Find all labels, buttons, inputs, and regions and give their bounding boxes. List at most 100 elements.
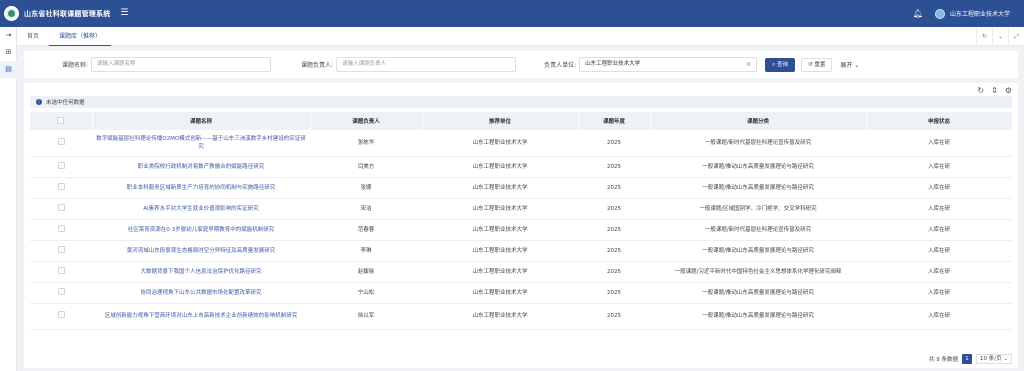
row-checkbox[interactable] (57, 245, 65, 253)
tab-home[interactable]: 首页 (17, 27, 49, 46)
project-name[interactable]: 职业本科服务区域新质生产力培育的协同机制与实施路径研究 (92, 177, 310, 199)
project-category: 一般课题/推动山东高质量发展理论与路径研究 (650, 282, 866, 304)
query-button[interactable]: ⌕ 查询 (765, 57, 795, 72)
page-size-select[interactable]: 10 条/页 ⌄ (976, 354, 1012, 364)
app-title: 山东省社科联课题管理系统 (24, 9, 111, 18)
name-label: 课题名称: (62, 62, 89, 69)
document-icon[interactable]: ▤ (0, 61, 17, 78)
home-icon[interactable]: ⇥ (0, 27, 17, 44)
table-row[interactable]: 区域创新能力视角下营商环境对山东上市高新技术企业创新绩效的影响机制研究 徐以军 … (30, 303, 1012, 330)
project-unit: 山东工程职业技术大学 (422, 240, 578, 262)
project-year: 2025 (578, 130, 650, 157)
row-checkbox[interactable] (57, 161, 65, 169)
name-input[interactable]: 请输入课题名称 (91, 57, 272, 72)
project-category: 一般课题/推动山东高质量发展理论与路径研究 (650, 240, 866, 262)
bell-icon[interactable]: 🔔︎ (913, 9, 923, 18)
row-checkbox[interactable] (57, 137, 65, 145)
settings-icon[interactable]: ⚙ (1005, 86, 1012, 95)
row-checkbox[interactable] (57, 287, 65, 295)
project-name[interactable]: 协同治理视角下山东公共数据市场化配置改革研究 (92, 282, 310, 304)
project-name[interactable]: 社区菜育资源在0-3岁婴幼儿家庭早期教育中的赋能机制研究 (92, 219, 310, 241)
user-name[interactable]: 山东工程职业技术大学 (950, 9, 1010, 18)
project-category: 一般课题/推动山东高质量发展理论与路径研究 (650, 177, 866, 199)
pagination: 共 9 条数据 1 10 条/页 ⌄ (929, 354, 1012, 364)
app-logo (4, 6, 19, 21)
row-checkbox[interactable] (57, 224, 65, 232)
project-leader: 李琳 (310, 240, 422, 262)
total-count: 共 9 条数据 (929, 357, 959, 363)
table-row[interactable]: 社区菜育资源在0-3岁婴幼儿家庭早期教育中的赋能机制研究 范春蓉 山东工程职业技… (30, 219, 1012, 241)
project-year: 2025 (578, 282, 650, 304)
table-row[interactable]: 大数据背景下我国个人信息法治保护优化路径研究 赵馥晓 山东工程职业技术大学 20… (30, 261, 1012, 283)
project-unit: 山东工程职业技术大学 (422, 177, 578, 199)
select-all-checkbox[interactable] (57, 116, 65, 124)
project-name[interactable]: AI素养水平对大学生就业价值观影响的实证研究 (92, 198, 310, 220)
project-status: 入库在研 (866, 130, 1012, 157)
project-year: 2025 (578, 240, 650, 262)
table-row[interactable]: 职业本科服务区域新质生产力培育的协同机制与实施路径研究 张娜 山东工程职业技术大… (30, 177, 1012, 199)
unit-value: 山东工程职业技术大学 (585, 61, 641, 67)
tab-project-library[interactable]: 课题库（推荐） (49, 27, 112, 46)
row-checkbox[interactable] (57, 182, 65, 190)
project-name[interactable]: 职业类院校行政机制对易数产教融合的赋能路径研究 (92, 156, 310, 178)
expand-toggle[interactable]: 展开 ⌄ (840, 60, 859, 69)
fullscreen-icon[interactable]: ⤢ (1008, 26, 1024, 46)
project-leader: 赵馥晓 (310, 261, 422, 283)
select-all-cell[interactable] (30, 112, 93, 130)
top-bar: 山东省社科联课题管理系统 ☰ 🔔︎ 山东工程职业技术大学 (0, 0, 1024, 27)
project-name[interactable]: 区域创新能力视角下营商环境对山东上市高新技术企业创新绩效的影响机制研究 (92, 303, 310, 330)
project-leader: 张栋华 (310, 130, 422, 157)
project-category: 一般课题/推动山东高质量发展理论与路径研究 (650, 156, 866, 178)
project-unit: 山东工程职业技术大学 (422, 282, 578, 304)
table-row[interactable]: AI素养水平对大学生就业价值观影响的实证研究 宋洁 山东工程职业技术大学 202… (30, 198, 1012, 220)
query-button-label: 查询 (776, 61, 788, 68)
project-leader: 范春蓉 (310, 219, 422, 241)
project-leader: 宋洁 (310, 198, 422, 220)
project-year: 2025 (578, 156, 650, 178)
refresh-icon[interactable]: ↻ (976, 26, 992, 46)
table-toolbar: ↻ ⇕ ⚙ (977, 86, 1012, 95)
table-panel: ↻ ⇕ ⚙ i 未选中任何数据 课题名称 课题负责人 推荐单位 课题年度 课题分… (24, 83, 1018, 368)
header-status: 申报状态 (866, 112, 1013, 130)
unit-select[interactable]: 山东工程职业技术大学 ⊗ (579, 57, 758, 72)
project-unit: 山东工程职业技术大学 (422, 261, 578, 283)
project-year: 2025 (578, 261, 650, 283)
project-leader: 张娜 (310, 177, 422, 199)
unit-label: 负责人单位: (544, 62, 577, 69)
row-checkbox[interactable] (57, 266, 65, 274)
info-icon: i (36, 99, 42, 105)
menu-toggle-icon[interactable]: ☰ (120, 9, 128, 18)
table-row[interactable]: 数字赋能基层社科理论传播O2MO模式创新——基于山东三洲溪数字乡村建设的实证研究… (30, 130, 1012, 157)
project-status: 入库在研 (866, 177, 1012, 199)
reset-button[interactable]: ↺ 重置 (800, 57, 833, 72)
project-status: 入库在研 (866, 261, 1012, 283)
tab-bar: 首页 课题库（推荐） ↻ ⌄ ⤢ (17, 26, 1024, 46)
table-row[interactable]: 职业类院校行政机制对易数产教融合的赋能路径研究 闫美方 山东工程职业技术大学 2… (30, 156, 1012, 178)
expand-label: 展开 (840, 62, 853, 69)
header-name: 课题名称 (92, 112, 311, 130)
grid-icon[interactable]: ⊞ (0, 44, 17, 61)
alert-text: 未选中任何数据 (46, 100, 85, 106)
column-height-icon[interactable]: ⇕ (991, 86, 998, 95)
clear-icon[interactable]: ⊗ (746, 58, 751, 71)
project-leader: 闫美方 (310, 156, 422, 178)
project-unit: 山东工程职业技术大学 (422, 219, 578, 241)
project-status: 入库在研 (866, 303, 1012, 330)
row-checkbox[interactable] (57, 203, 65, 211)
project-name[interactable]: 黄河流域山东段景观生态格局时空分异特征及高质量发展研究 (92, 240, 310, 262)
project-category: 一般课题/推动山东高质量发展理论与路径研究 (650, 303, 866, 330)
chevron-down-icon[interactable]: ⌄ (992, 26, 1008, 46)
table-header-row: 课题名称 课题负责人 推荐单位 课题年度 课题分类 申报状态 (30, 112, 1013, 130)
leader-input[interactable]: 请输入课题负责人 (336, 57, 517, 72)
avatar[interactable] (934, 8, 945, 19)
page-button-current[interactable]: 1 (962, 354, 973, 364)
selection-alert: i 未选中任何数据 (30, 96, 1012, 108)
sidebar: ⇥ ⊞ ▤ (0, 27, 17, 371)
project-category: 一般课题/新时代基层社科理论宣传普及研究 (650, 219, 866, 241)
project-name[interactable]: 数字赋能基层社科理论传播O2MO模式创新——基于山东三洲溪数字乡村建设的实证研究 (92, 130, 310, 157)
table-row[interactable]: 黄河流域山东段景观生态格局时空分异特征及高质量发展研究 李琳 山东工程职业技术大… (30, 240, 1012, 262)
row-checkbox[interactable] (57, 311, 65, 318)
table-row[interactable]: 协同治理视角下山东公共数据市场化配置改革研究 宁山松 山东工程职业技术大学 20… (30, 282, 1012, 304)
project-name[interactable]: 大数据背景下我国个人信息法治保护优化路径研究 (92, 261, 310, 283)
refresh-table-icon[interactable]: ↻ (977, 86, 984, 95)
